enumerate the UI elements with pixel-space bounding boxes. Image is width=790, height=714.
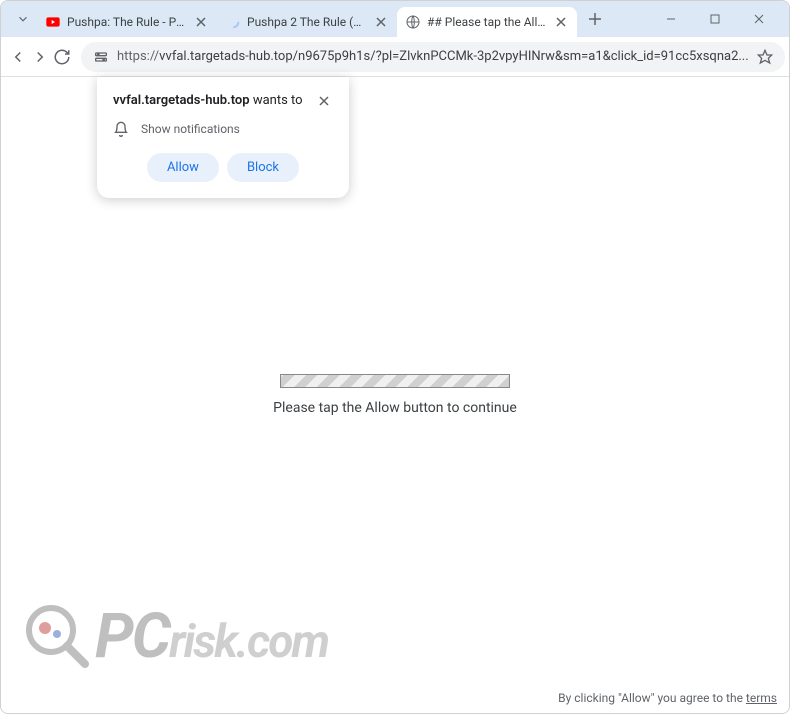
browser-window: Pushpa: The Rule - Part 2 (2024 Pushpa 2…: [0, 0, 790, 714]
terms-link[interactable]: terms: [746, 691, 777, 705]
maximize-button[interactable]: [693, 4, 737, 34]
reload-button[interactable]: [53, 41, 71, 73]
tab-title: Pushpa 2 The Rule (2024).mkv: [247, 15, 367, 29]
pcrisk-watermark: PCrisk.com: [23, 600, 328, 673]
permission-body: Show notifications: [113, 121, 333, 137]
progress-bar: [280, 374, 510, 388]
new-tab-button[interactable]: [581, 5, 609, 33]
tab-2[interactable]: Pushpa 2 The Rule (2024).mkv: [217, 7, 397, 37]
tab-title: Pushpa: The Rule - Part 2 (2024: [67, 15, 187, 29]
url-text: https://vvfal.targetads-hub.top/n9675p9h…: [117, 49, 749, 64]
tab-1[interactable]: Pushpa: The Rule - Part 2 (2024: [37, 7, 217, 37]
allow-button[interactable]: Allow: [147, 153, 219, 182]
window-controls: [649, 4, 781, 34]
tab-bar: Pushpa: The Rule - Part 2 (2024 Pushpa 2…: [1, 1, 789, 37]
close-window-button[interactable]: [737, 4, 781, 34]
youtube-icon: [45, 14, 61, 30]
bell-icon: [113, 121, 129, 137]
close-icon[interactable]: [317, 93, 333, 109]
tab-3-active[interactable]: ## Please tap the Allow button: [397, 7, 577, 37]
footer-disclaimer: By clicking "Allow" you agree to the ter…: [558, 691, 777, 705]
permission-title: vvfal.targetads-hub.top wants to: [113, 93, 303, 108]
tab-search-dropdown[interactable]: [9, 5, 37, 33]
page-content: vvfal.targetads-hub.top wants to Show no…: [1, 77, 789, 713]
back-button[interactable]: [9, 41, 27, 73]
close-icon[interactable]: [193, 14, 209, 30]
close-icon[interactable]: [373, 14, 389, 30]
magnifier-icon: [23, 602, 93, 672]
minimize-button[interactable]: [649, 4, 693, 34]
block-button[interactable]: Block: [227, 153, 299, 182]
tab-title: ## Please tap the Allow button: [427, 15, 547, 29]
close-icon[interactable]: [553, 14, 569, 30]
address-bar[interactable]: https://vvfal.targetads-hub.top/n9675p9h…: [81, 42, 785, 72]
globe-icon: [405, 14, 421, 30]
main-message: Please tap the Allow button to continue: [273, 400, 517, 416]
forward-button[interactable]: [31, 41, 49, 73]
spinner-icon: [225, 14, 241, 30]
toolbar: https://vvfal.targetads-hub.top/n9675p9h…: [1, 37, 789, 77]
notification-permission-dialog: vvfal.targetads-hub.top wants to Show no…: [97, 77, 349, 198]
site-settings-icon[interactable]: [93, 49, 109, 65]
bookmark-star-icon[interactable]: [757, 49, 773, 65]
